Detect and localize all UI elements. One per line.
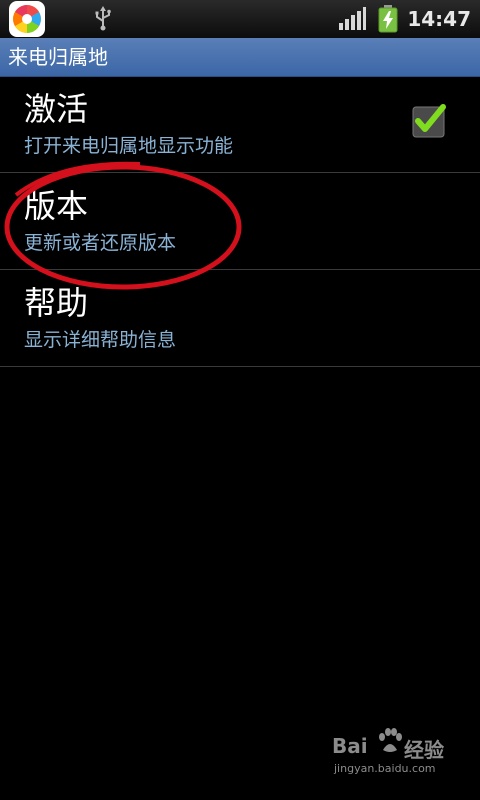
usb-icon [92, 6, 114, 32]
preference-summary: 更新或者还原版本 [24, 232, 177, 254]
activate-checkbox[interactable] [412, 104, 446, 138]
preference-summary: 打开来电归属地显示功能 [24, 135, 234, 157]
preference-title: 版本 [24, 187, 89, 225]
status-bar: 14:47 [0, 0, 480, 39]
preference-item-activate[interactable]: 激活 打开来电归属地显示功能 [0, 76, 480, 173]
baidu-watermark: Bai 经验 jingyan.baidu.com [332, 728, 452, 782]
preference-title: 激活 [24, 90, 89, 128]
signal-icon [338, 7, 366, 31]
preference-item-help[interactable]: 帮助 显示详细帮助信息 [0, 270, 480, 367]
watermark-url: jingyan.baidu.com [334, 762, 436, 775]
preference-title: 帮助 [24, 284, 89, 322]
battery-charging-icon [378, 5, 398, 33]
watermark-brand-right: 经验 [404, 738, 444, 762]
preference-item-version[interactable]: 版本 更新或者还原版本 [0, 173, 480, 270]
title-bar: 来电归属地 [0, 38, 480, 77]
watermark-brand-left: Bai [332, 734, 368, 758]
page-title: 来电归属地 [8, 45, 108, 69]
clock: 14:47 [407, 7, 471, 31]
preference-summary: 显示详细帮助信息 [24, 329, 177, 351]
checkmark-icon [412, 104, 446, 138]
app-icon [13, 5, 41, 33]
preference-list: 激活 打开来电归属地显示功能 版本 更新或者还原版本 帮助 显示详细帮助信息 [0, 76, 480, 367]
app-launcher-icon[interactable] [9, 1, 45, 37]
paw-logo-icon [377, 728, 403, 754]
